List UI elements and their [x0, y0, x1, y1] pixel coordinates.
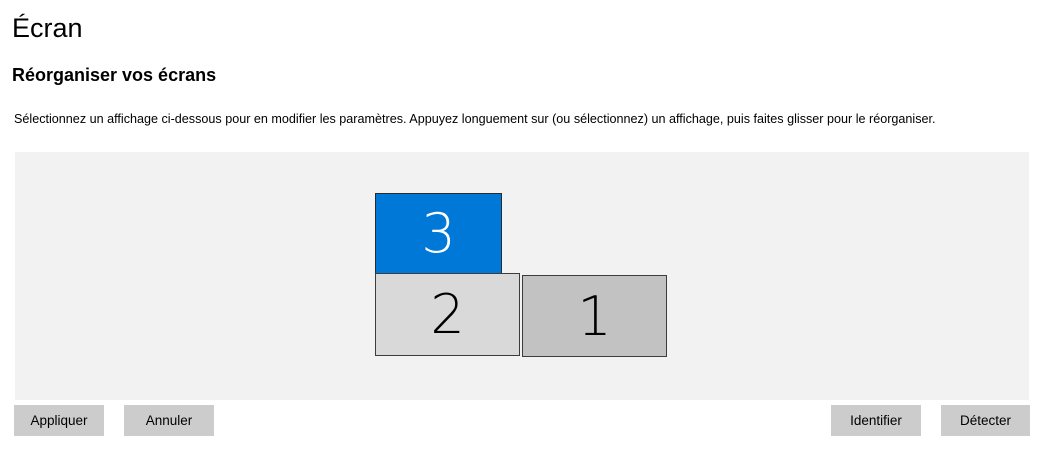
identify-button[interactable]: Identifier: [831, 405, 921, 436]
page-title: Écran: [12, 13, 83, 43]
arrangement-instructions: Sélectionnez un affichage ci-dessous pou…: [14, 112, 936, 126]
display-1-tile[interactable]: 1: [522, 275, 667, 357]
display-3-tile[interactable]: 3: [375, 193, 502, 274]
cancel-button[interactable]: Annuler: [124, 405, 214, 436]
detect-button[interactable]: Détecter: [941, 405, 1030, 436]
display-2-tile[interactable]: 2: [375, 273, 520, 356]
display-arrangement-area[interactable]: 3 2 1: [15, 152, 1029, 400]
section-title: Réorganiser vos écrans: [12, 65, 217, 85]
apply-button[interactable]: Appliquer: [14, 405, 104, 436]
